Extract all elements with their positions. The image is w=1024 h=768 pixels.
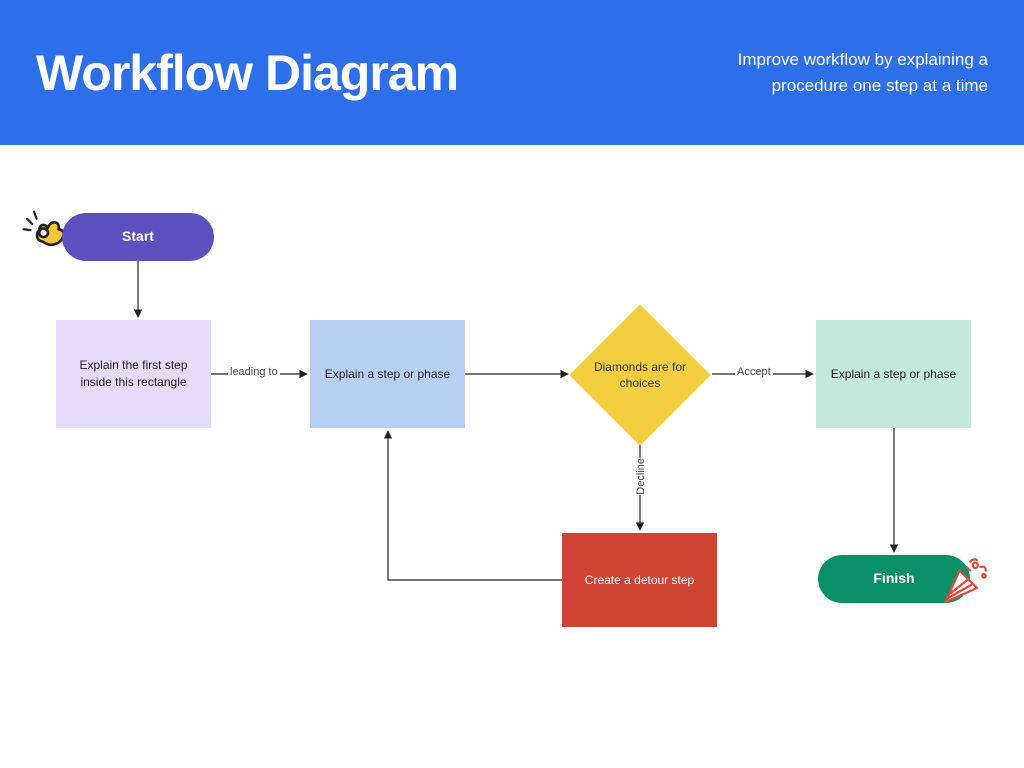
step-2-label: Explain a step or phase <box>325 366 450 383</box>
edge-label-decline: Decline <box>633 458 649 495</box>
detour-node: Create a detour step <box>562 533 717 627</box>
edge-label-accept: Accept <box>735 366 773 378</box>
step-3-label: Explain a step or phase <box>831 366 956 383</box>
decision-label: Diamonds are for choices <box>580 359 700 391</box>
detour-label: Create a detour step <box>585 572 694 589</box>
page-title: Workflow Diagram <box>36 44 458 102</box>
step-2-node: Explain a step or phase <box>310 320 465 428</box>
diagram-canvas: Start Explain the first step inside this… <box>0 145 1024 768</box>
start-node: Start <box>62 213 214 261</box>
decision-node: Diamonds are for choices <box>570 305 710 445</box>
step-1-label: Explain the first step inside this recta… <box>64 357 203 391</box>
finish-label: Finish <box>873 569 914 589</box>
step-1-node: Explain the first step inside this recta… <box>56 320 211 428</box>
party-popper-icon <box>935 553 991 609</box>
header: Workflow Diagram Improve workflow by exp… <box>0 0 1024 145</box>
edge-label-leading-to: leading to <box>228 366 280 378</box>
page-subtitle: Improve workflow by explaining a procedu… <box>658 47 988 98</box>
start-label: Start <box>122 227 154 247</box>
step-3-node: Explain a step or phase <box>816 320 971 428</box>
